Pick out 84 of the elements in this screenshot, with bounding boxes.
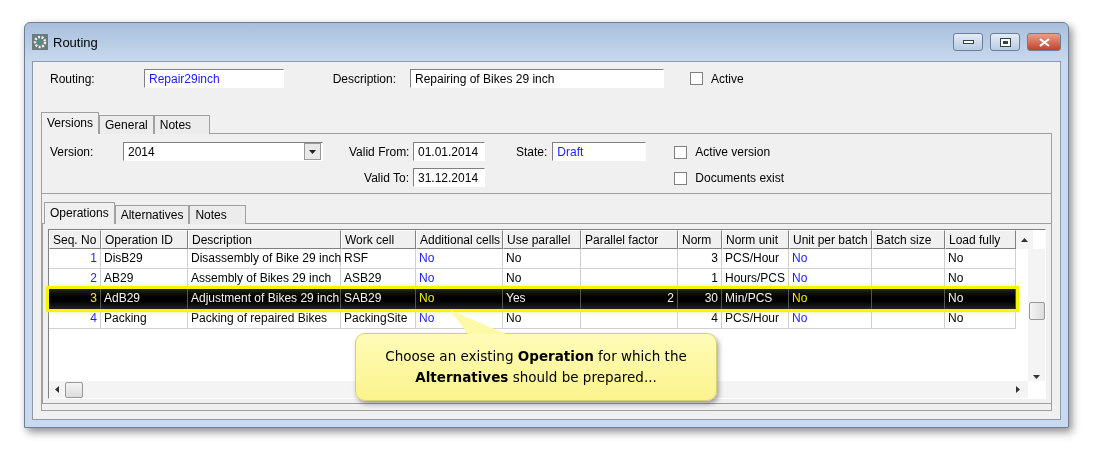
column-header[interactable]: Norm unit	[722, 230, 789, 249]
column-header[interactable]: Operation ID	[101, 230, 188, 249]
scrollbar-thumb[interactable]	[1028, 302, 1045, 320]
checkbox[interactable]	[674, 171, 688, 185]
column-header[interactable]: Seq. No	[49, 230, 101, 249]
maximize-icon	[999, 37, 1011, 47]
scroll-left-icon[interactable]	[55, 386, 59, 393]
table-cell: No	[416, 249, 503, 269]
tab[interactable]: Operations	[44, 202, 115, 224]
close-button[interactable]	[1027, 33, 1061, 51]
table-cell: No	[945, 309, 1016, 329]
tab[interactable]: Versions	[41, 112, 100, 134]
table-cell: No	[945, 249, 1016, 269]
checkbox-label: Documents exist	[695, 171, 785, 185]
tab[interactable]: Notes	[153, 115, 211, 134]
table-cell: Disassembly of Bike 29 inch	[188, 249, 341, 269]
state-label: State:	[516, 144, 548, 159]
scrollbar-thumb[interactable]	[65, 381, 83, 398]
callout-pointer	[448, 310, 508, 336]
table-cell: 3	[678, 249, 722, 269]
table-cell: Min/PCS	[722, 289, 789, 309]
table-cell: 1	[49, 249, 101, 269]
column-header[interactable]: Batch size	[872, 230, 945, 249]
column-header[interactable]: Parallel factor	[581, 230, 678, 249]
close-icon	[1038, 37, 1050, 47]
table-cell: PCS/Hour	[722, 309, 789, 329]
table-cell: Adjustment of Bikes 29 inch	[188, 289, 341, 309]
version-dropdown[interactable]: 2014	[123, 142, 323, 161]
table-cell: PackingSite	[341, 309, 416, 329]
maximize-button[interactable]	[990, 33, 1020, 51]
valid-to-field[interactable]: 31.12.2014	[413, 168, 485, 187]
table-cell: 4	[678, 309, 722, 329]
table-cell: Packing	[101, 309, 188, 329]
table-cell: RSF	[341, 249, 416, 269]
checkbox-label: Active	[711, 71, 744, 86]
table-cell: No	[503, 249, 581, 269]
routing-label: Routing:	[50, 71, 96, 86]
table-cell: Packing of repaired Bikes	[188, 309, 341, 329]
routing-field[interactable]: Repair29inch	[144, 69, 284, 88]
table-cell: 2	[581, 289, 678, 309]
column-header[interactable]: Load fully	[945, 230, 1016, 249]
table-cell: AdB29	[101, 289, 188, 309]
state-field[interactable]: Draft	[552, 142, 647, 161]
minimize-button[interactable]	[953, 33, 983, 51]
version-label: Version:	[50, 145, 95, 159]
checkbox[interactable]	[690, 72, 703, 85]
table-cell: Yes	[503, 289, 581, 309]
scroll-down-icon[interactable]	[1033, 375, 1040, 379]
table-cell: DisB29	[101, 249, 188, 269]
valid-to-label: Valid To:	[363, 170, 409, 185]
tab[interactable]: Notes	[189, 205, 246, 224]
column-header[interactable]: Description	[188, 230, 341, 249]
callout-text: Choose an existing Operation for which the Alternatives should be prepared...	[355, 333, 717, 401]
valid-from-field[interactable]: 01.01.2014	[413, 142, 485, 161]
column-header[interactable]: Unit per batch	[789, 230, 872, 249]
tab[interactable]: General	[99, 115, 154, 134]
column-header[interactable]: Additional cells	[416, 230, 503, 249]
window-title: Routing	[53, 34, 99, 50]
app-icon	[32, 34, 48, 50]
description-field[interactable]: Repairing of Bikes 29 inch	[410, 69, 664, 88]
table-cell: No	[789, 289, 872, 309]
table-cell: 30	[678, 289, 722, 309]
column-header[interactable]: Norm	[678, 230, 722, 249]
checkbox-label: Active version	[695, 145, 771, 159]
column-header[interactable]: Work cell	[341, 230, 416, 249]
scroll-right-icon[interactable]	[1016, 386, 1020, 393]
table-cell: PCS/Hour	[722, 249, 789, 269]
table-cell: No	[945, 289, 1016, 309]
description-label: Description:	[331, 71, 396, 86]
table-cell: No	[416, 289, 503, 309]
table-cell: SAB29	[341, 289, 416, 309]
table-cell: 3	[49, 289, 101, 309]
table-cell: No	[789, 249, 872, 269]
table-cell: No	[789, 309, 872, 329]
valid-from-label: Valid From:	[349, 144, 409, 159]
minimize-icon	[962, 40, 974, 44]
dropdown-arrow-icon	[309, 149, 316, 154]
table-cell: 4	[49, 309, 101, 329]
table-row[interactable]: 3 AdB29 Adjustment of Bikes 29 inch SAB29 No Yes 2 30 Min/PCS No No	[49, 289, 1016, 309]
column-header[interactable]: Use parallel	[503, 230, 581, 249]
tab[interactable]: Alternatives	[114, 205, 190, 224]
table-row[interactable]: 1 DisB29 Disassembly of Bike 29 inch RSF No No 3 PCS/Hour No No	[49, 249, 1016, 269]
scroll-up-icon[interactable]	[1021, 237, 1028, 242]
checkbox[interactable]	[674, 145, 688, 159]
